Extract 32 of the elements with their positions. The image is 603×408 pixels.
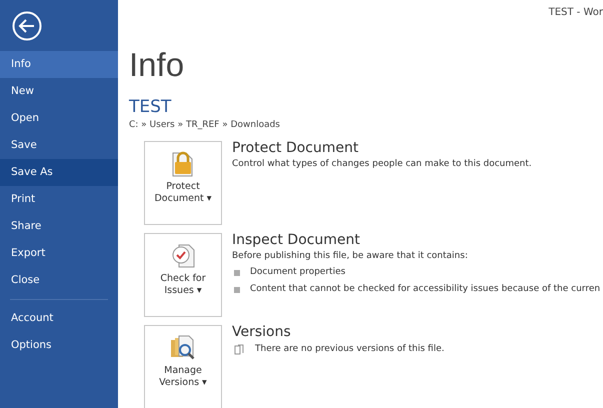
section-title: Inspect Document (232, 232, 361, 248)
section-title: Versions (232, 324, 292, 340)
sidebar-item[interactable]: Options (0, 332, 118, 359)
bullet-text: Document properties (250, 266, 346, 280)
bullet-icon (234, 286, 240, 293)
bullet-icon (234, 270, 240, 276)
sidebar-item[interactable]: Info (0, 51, 118, 78)
section-title: Protect Document (232, 140, 360, 156)
bullet-text: Content that cannot be checked for accessibility issues because of the curren (250, 282, 600, 296)
sidebar-item[interactable]: Save (0, 132, 118, 159)
versions-search-icon (169, 334, 197, 362)
back-icon[interactable] (12, 11, 42, 41)
sidebar-item[interactable]: Close (0, 267, 118, 294)
sidebar-item[interactable]: Print (0, 186, 118, 213)
document-name: TEST (129, 99, 172, 116)
versions-note: There are no previous versions of this file. (255, 342, 444, 356)
sidebar-item[interactable]: Share (0, 213, 118, 240)
window-title: TEST - Wor (548, 6, 603, 20)
section-description: Control what types of changes people can make to this document. (232, 158, 532, 171)
sidebar-item[interactable]: New (0, 78, 118, 105)
check-document-icon (170, 242, 196, 270)
lock-button[interactable]: Protect Document ▾ (144, 140, 222, 224)
sidebar-item[interactable]: Export (0, 240, 118, 267)
file-path: C: » Users » TR_REF » Downloads (129, 119, 281, 132)
page-heading: Info (129, 48, 186, 81)
documents-icon (234, 344, 245, 356)
versions-button[interactable]: Manage Versions ▾ (144, 324, 222, 408)
section-description: Before publishing this file, be aware that it contains: (232, 250, 469, 263)
check-button[interactable]: Check for Issues ▾ (144, 232, 222, 316)
sidebar-item[interactable]: Open (0, 105, 118, 132)
sidebar-item[interactable]: Account (0, 305, 118, 332)
sidebar-item[interactable]: Save As (0, 159, 118, 186)
